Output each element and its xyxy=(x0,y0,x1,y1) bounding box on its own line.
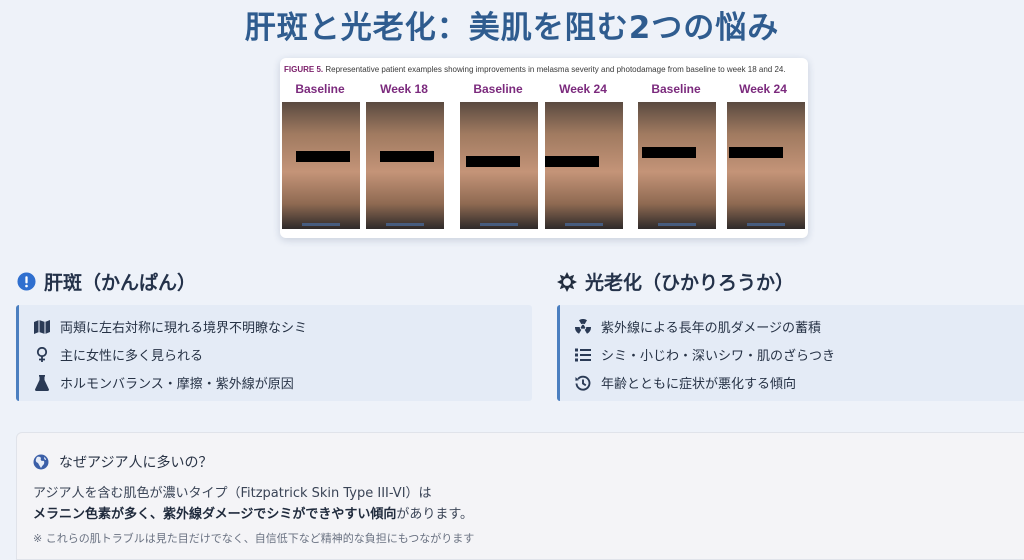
photoaging-heading: 光老化（ひかりろうか） xyxy=(557,268,794,295)
flask-icon xyxy=(33,374,50,391)
asia-box-note: ※ これらの肌トラブルは見た目だけでなく、自信低下など精神的な負担にもつながりま… xyxy=(33,532,475,545)
melasma-item-1-text: 両頬に左右対称に現れる境界不明瞭なシミ xyxy=(60,321,308,336)
figure-label-week18: Week 18 xyxy=(380,82,428,96)
map-icon xyxy=(33,318,50,335)
photoaging-item-1: 紫外線による長年の肌ダメージの蓄積 xyxy=(574,317,821,336)
figure-label-baseline-1: Baseline xyxy=(295,82,345,96)
female-icon xyxy=(33,346,50,363)
asia-info-box: なぜアジア人に多いの？ アジア人を含む肌色が濃いタイプ（Fitzpatrick … xyxy=(16,432,1024,560)
photoaging-item-2-text: シミ・小じわ・深いシワ・肌のざらつき xyxy=(601,349,836,364)
asia-box-heading-text: なぜアジア人に多いの？ xyxy=(59,455,213,471)
patient-photo-3-baseline xyxy=(638,102,716,229)
melasma-panel: 両頬に左右対称に現れる境界不明瞭なシミ 主に女性に多く見られる ホルモンバランス… xyxy=(16,305,532,401)
melasma-item-1: 両頬に左右対称に現れる境界不明瞭なシミ xyxy=(33,317,307,336)
radiation-icon xyxy=(574,318,591,335)
melasma-heading: 肝斑（かんぱん） xyxy=(16,268,196,295)
figure-label-week24-2: Week 24 xyxy=(739,82,787,96)
patient-photo-2-week24 xyxy=(545,102,623,229)
list-icon xyxy=(574,346,591,363)
melasma-item-2-text: 主に女性に多く見られる xyxy=(60,349,204,364)
photoaging-heading-text: 光老化（ひかりろうか） xyxy=(585,272,795,294)
patient-photo-1-baseline xyxy=(282,102,360,229)
asia-box-line-2-rest: があります。 xyxy=(396,507,474,522)
patient-photo-2-baseline xyxy=(460,102,538,229)
figure-label-baseline-2: Baseline xyxy=(473,82,523,96)
photoaging-panel: 紫外線による長年の肌ダメージの蓄積 シミ・小じわ・深いシワ・肌のざらつき 年齢と… xyxy=(557,305,1024,401)
figure-label-baseline-3: Baseline xyxy=(651,82,701,96)
patient-photo-1-week18 xyxy=(366,102,444,229)
melasma-item-3-text: ホルモンバランス・摩擦・紫外線が原因 xyxy=(60,377,294,392)
melasma-heading-text: 肝斑（かんぱん） xyxy=(44,272,197,294)
exclamation-circle-icon xyxy=(16,272,36,292)
figure-caption-text: Representative patient examples showing … xyxy=(323,65,786,74)
photoaging-item-3: 年齢とともに症状が悪化する傾向 xyxy=(574,373,796,392)
asia-box-line-2-emphasis: メラニン色素が多く、紫外線ダメージでシミができやすい傾向 xyxy=(33,507,397,522)
figure-caption-label: FIGURE 5. xyxy=(284,65,324,74)
asia-box-line-2: メラニン色素が多く、紫外線ダメージでシミができやすい傾向があります。 xyxy=(33,503,473,522)
photoaging-item-3-text: 年齢とともに症状が悪化する傾向 xyxy=(601,377,797,392)
melasma-item-3: ホルモンバランス・摩擦・紫外線が原因 xyxy=(33,373,294,392)
globe-asia-icon xyxy=(33,454,49,470)
photoaging-item-2: シミ・小じわ・深いシワ・肌のざらつき xyxy=(574,345,835,364)
sun-icon xyxy=(557,271,577,292)
patient-photo-3-week24 xyxy=(727,102,805,229)
asia-box-heading: なぜアジア人に多いの？ xyxy=(33,452,212,472)
figure-caption: FIGURE 5. Representative patient example… xyxy=(284,65,786,74)
clinical-figure: FIGURE 5. Representative patient example… xyxy=(280,58,808,238)
page-title: 肝斑と光老化：美肌を阻む2つの悩み xyxy=(244,10,780,46)
asia-box-line-1: アジア人を含む肌色が濃いタイプ（Fitzpatrick Skin Type II… xyxy=(33,486,432,501)
melasma-item-2: 主に女性に多く見られる xyxy=(33,345,203,364)
photoaging-item-1-text: 紫外線による長年の肌ダメージの蓄積 xyxy=(601,321,821,336)
history-icon xyxy=(574,374,591,391)
figure-label-week24-1: Week 24 xyxy=(559,82,607,96)
